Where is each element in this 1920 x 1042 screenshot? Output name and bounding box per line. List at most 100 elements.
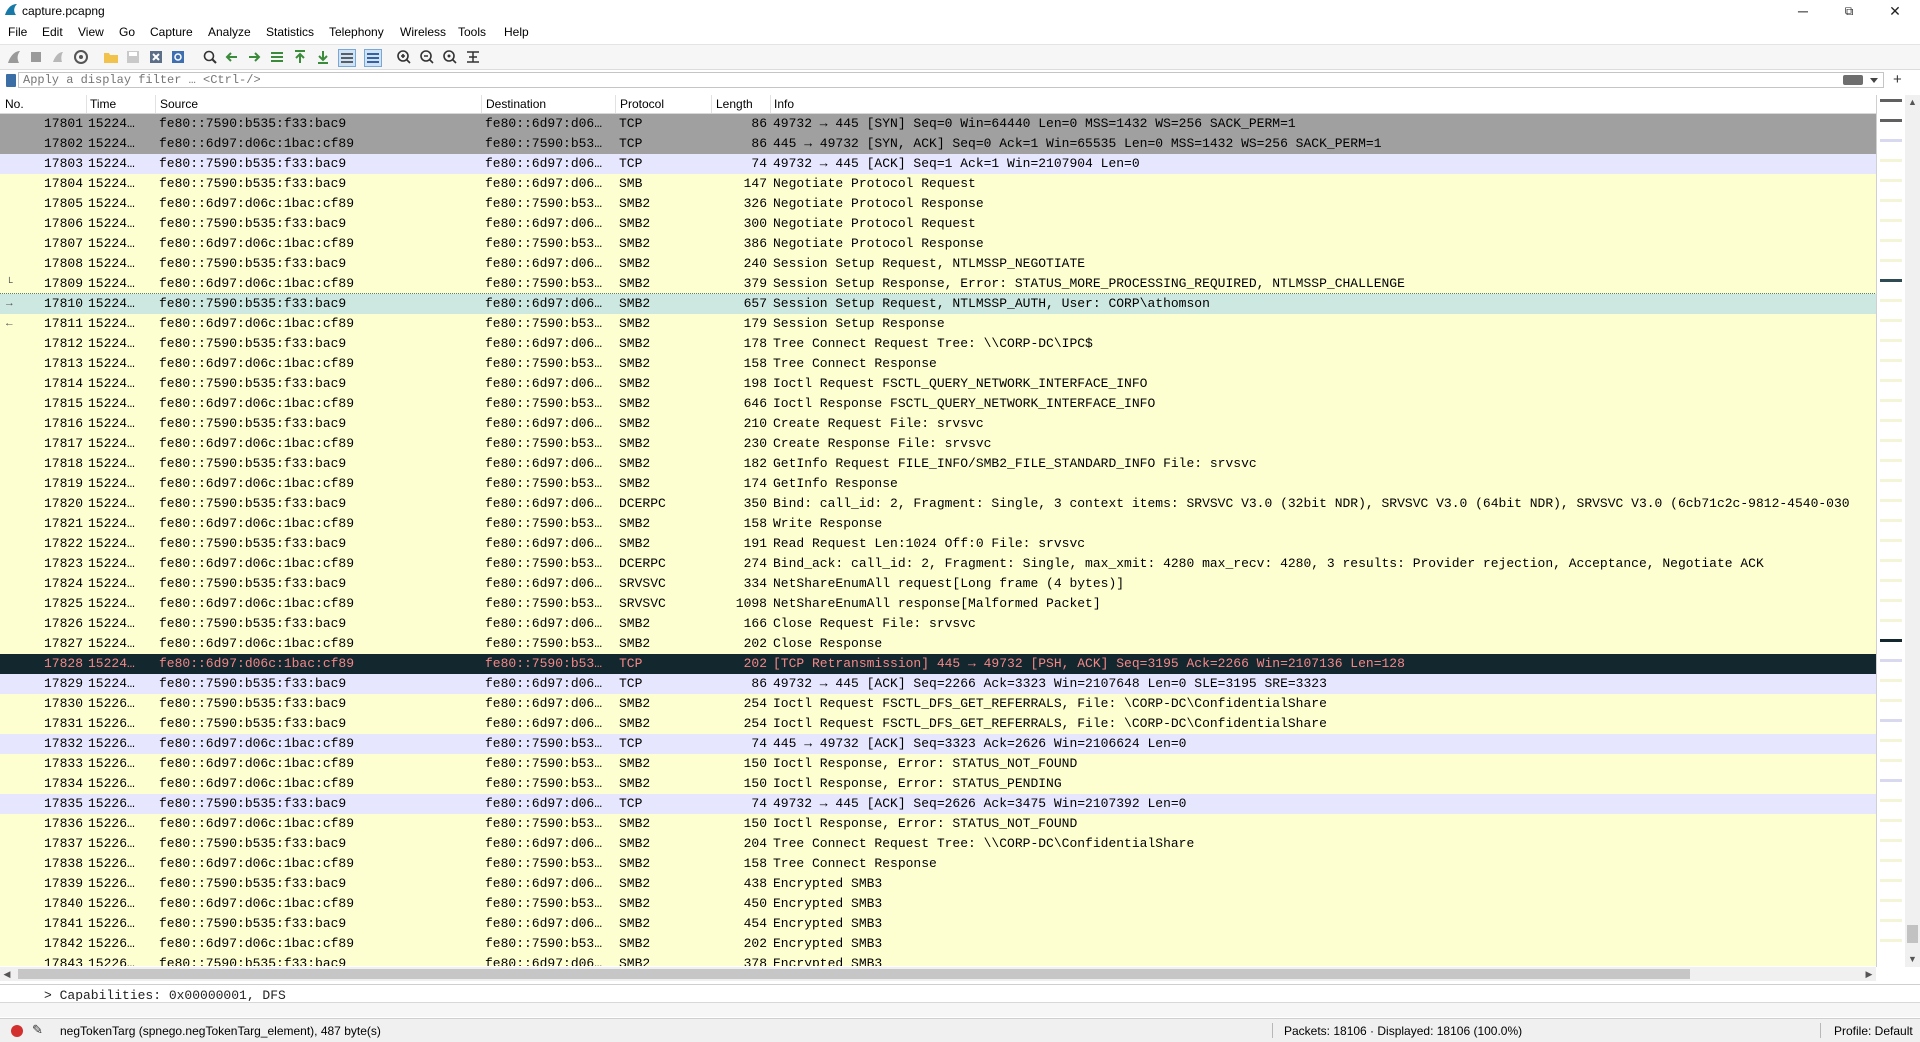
packet-row[interactable]: 17808 15224… fe80::7590:b535:f33:bac9 fe80:… (0, 254, 1876, 274)
find-packet-icon[interactable] (202, 49, 218, 65)
vertical-scroll-thumb[interactable] (1907, 925, 1918, 943)
packet-row[interactable]: 17826 15224… fe80::7590:b535:f33:bac9 fe80:… (0, 614, 1876, 634)
column-protocol[interactable]: Protocol (620, 97, 664, 111)
capture-comment-icon[interactable]: ✎ (32, 1022, 43, 1038)
menu-help[interactable]: Help (504, 25, 529, 39)
menu-capture[interactable]: Capture (150, 25, 193, 39)
go-forward-icon[interactable] (246, 49, 262, 65)
colorize-icon[interactable] (364, 49, 382, 67)
column-divider[interactable] (770, 95, 771, 113)
scroll-left-icon[interactable]: ◀ (0, 967, 14, 981)
minimize-button[interactable]: ─ (1780, 0, 1826, 22)
packet-row[interactable]: 17815 15224… fe80::6d97:d06c:1bac:cf89 fe80… (0, 394, 1876, 414)
menu-telephony[interactable]: Telephony (329, 25, 384, 39)
expert-info-icon[interactable] (11, 1025, 23, 1037)
packet-row[interactable]: 17833 15226… fe80::6d97:d06c:1bac:cf89 fe80… (0, 754, 1876, 774)
packet-row[interactable]: 17805 15224… fe80::6d97:d06c:1bac:cf89 fe80… (0, 194, 1876, 214)
packet-row[interactable]: 17822 15224… fe80::7590:b535:f33:bac9 fe80:… (0, 534, 1876, 554)
packet-row[interactable]: 17817 15224… fe80::6d97:d06c:1bac:cf89 fe80… (0, 434, 1876, 454)
packet-row[interactable]: 17804 15224… fe80::7590:b535:f33:bac9 fe80:… (0, 174, 1876, 194)
open-file-icon[interactable] (103, 49, 119, 65)
packet-row[interactable]: 17824 15224… fe80::7590:b535:f33:bac9 fe80:… (0, 574, 1876, 594)
packet-row[interactable]: 17828 15224… fe80::6d97:d06c:1bac:cf89 fe80… (0, 654, 1876, 674)
column-info[interactable]: Info (774, 97, 794, 111)
packet-row[interactable]: 17839 15226… fe80::7590:b535:f33:bac9 fe80:… (0, 874, 1876, 894)
menu-view[interactable]: View (78, 25, 104, 39)
pane-splitter[interactable] (0, 1002, 1920, 1017)
packet-row[interactable]: 17840 15226… fe80::6d97:d06c:1bac:cf89 fe80… (0, 894, 1876, 914)
column-divider[interactable] (615, 95, 616, 113)
zoom-in-icon[interactable] (396, 49, 412, 65)
packet-row[interactable]: 17802 15224… fe80::6d97:d06c:1bac:cf89 fe80… (0, 134, 1876, 154)
first-packet-icon[interactable] (292, 49, 308, 65)
packet-row[interactable]: 17823 15224… fe80::6d97:d06c:1bac:cf89 fe80… (0, 554, 1876, 574)
go-to-packet-icon[interactable] (269, 49, 285, 65)
menu-statistics[interactable]: Statistics (266, 25, 314, 39)
stop-capture-icon[interactable] (28, 49, 44, 65)
menu-edit[interactable]: Edit (42, 25, 63, 39)
profile-selector[interactable]: Profile: Default (1834, 1024, 1913, 1038)
scroll-up-icon[interactable]: ▲ (1905, 95, 1920, 110)
packet-row[interactable]: 17819 15224… fe80::6d97:d06c:1bac:cf89 fe80… (0, 474, 1876, 494)
column-source[interactable]: Source (160, 97, 198, 111)
packet-row[interactable]: 17803 15224… fe80::7590:b535:f33:bac9 fe80:… (0, 154, 1876, 174)
close-button[interactable]: ✕ (1872, 0, 1918, 22)
packet-row[interactable]: → 17810 15224… fe80::7590:b535:f33:bac9 fe80… (0, 293, 1876, 315)
scroll-down-icon[interactable]: ▼ (1905, 952, 1920, 967)
column-destination[interactable]: Destination (486, 97, 546, 111)
add-filter-button[interactable]: + (1893, 71, 1902, 88)
column-divider[interactable] (155, 95, 156, 113)
packet-row[interactable]: 17818 15224… fe80::7590:b535:f33:bac9 fe80:… (0, 454, 1876, 474)
go-back-icon[interactable] (224, 49, 240, 65)
packet-row[interactable]: ← 17811 15224… fe80::6d97:d06c:1bac:cf89 fe8… (0, 314, 1876, 334)
horizontal-scroll-thumb[interactable] (18, 969, 1690, 979)
packet-row[interactable]: 17827 15224… fe80::6d97:d06c:1bac:cf89 fe80… (0, 634, 1876, 654)
packet-row[interactable]: 17829 15224… fe80::7590:b535:f33:bac9 fe80:… (0, 674, 1876, 694)
menu-tools[interactable]: Tools (458, 25, 486, 39)
packet-row[interactable]: 17812 15224… fe80::7590:b535:f33:bac9 fe80:… (0, 334, 1876, 354)
column-time[interactable]: Time (90, 97, 116, 111)
packet-row[interactable]: 17831 15226… fe80::7590:b535:f33:bac9 fe80:… (0, 714, 1876, 734)
menu-go[interactable]: Go (119, 25, 135, 39)
vertical-scrollbar[interactable]: ▲ ▼ (1905, 95, 1920, 967)
packet-row[interactable]: 17835 15226… fe80::7590:b535:f33:bac9 fe80:… (0, 794, 1876, 814)
display-filter-input[interactable] (18, 72, 1884, 88)
packet-row[interactable]: └ 17809 15224… fe80::6d97:d06c:1bac:cf89 fe8… (0, 274, 1876, 294)
packet-minimap[interactable] (1876, 95, 1905, 967)
packet-row[interactable]: 17837 15226… fe80::7590:b535:f33:bac9 fe80:… (0, 834, 1876, 854)
packet-details-pane[interactable]: > Capabilities: 0x00000001, DFS (0, 984, 1920, 1001)
restart-capture-icon[interactable] (50, 49, 66, 65)
menu-file[interactable]: File (8, 25, 27, 39)
packet-row[interactable]: 17820 15224… fe80::7590:b535:f33:bac9 fe80:… (0, 494, 1876, 514)
column-divider[interactable] (711, 95, 712, 113)
menu-wireless[interactable]: Wireless (400, 25, 446, 39)
packet-row[interactable]: 17816 15224… fe80::7590:b535:f33:bac9 fe80:… (0, 414, 1876, 434)
packet-row[interactable]: 17801 15224… fe80::7590:b535:f33:bac9 fe80:… (0, 114, 1876, 134)
apply-filter-arrow-icon[interactable] (1843, 75, 1863, 85)
auto-scroll-icon[interactable] (338, 49, 356, 67)
capture-options-icon[interactable] (73, 49, 89, 65)
packet-row[interactable]: 17807 15224… fe80::6d97:d06c:1bac:cf89 fe80… (0, 234, 1876, 254)
column-divider[interactable] (481, 95, 482, 113)
packet-row[interactable]: 17841 15226… fe80::7590:b535:f33:bac9 fe80:… (0, 914, 1876, 934)
column-no[interactable]: No. (5, 97, 24, 111)
packet-row[interactable]: 17838 15226… fe80::6d97:d06c:1bac:cf89 fe80… (0, 854, 1876, 874)
menu-analyze[interactable]: Analyze (208, 25, 251, 39)
start-capture-icon[interactable] (6, 49, 22, 65)
packet-row[interactable]: 17842 15226… fe80::6d97:d06c:1bac:cf89 fe80… (0, 934, 1876, 954)
resize-columns-icon[interactable] (465, 49, 481, 65)
reload-file-icon[interactable] (170, 49, 186, 65)
save-file-icon[interactable] (125, 49, 141, 65)
column-divider[interactable] (86, 95, 87, 113)
packet-list[interactable]: 17801 15224… fe80::7590:b535:f33:bac9 fe80:… (0, 114, 1876, 966)
packet-row[interactable]: 17843 15226… fe80::7590:b535:f33:bac9 fe80:… (0, 954, 1876, 966)
packet-row[interactable]: 17814 15224… fe80::7590:b535:f33:bac9 fe80:… (0, 374, 1876, 394)
packet-row[interactable]: 17806 15224… fe80::7590:b535:f33:bac9 fe80:… (0, 214, 1876, 234)
scroll-right-icon[interactable]: ▶ (1862, 967, 1876, 981)
packet-row[interactable]: 17834 15226… fe80::6d97:d06c:1bac:cf89 fe80… (0, 774, 1876, 794)
zoom-out-icon[interactable] (419, 49, 435, 65)
packet-row[interactable]: 17813 15224… fe80::6d97:d06c:1bac:cf89 fe80… (0, 354, 1876, 374)
maximize-button[interactable]: ⧉ (1826, 0, 1872, 22)
packet-row[interactable]: 17832 15226… fe80::6d97:d06c:1bac:cf89 fe80… (0, 734, 1876, 754)
column-length[interactable]: Length (716, 97, 753, 111)
